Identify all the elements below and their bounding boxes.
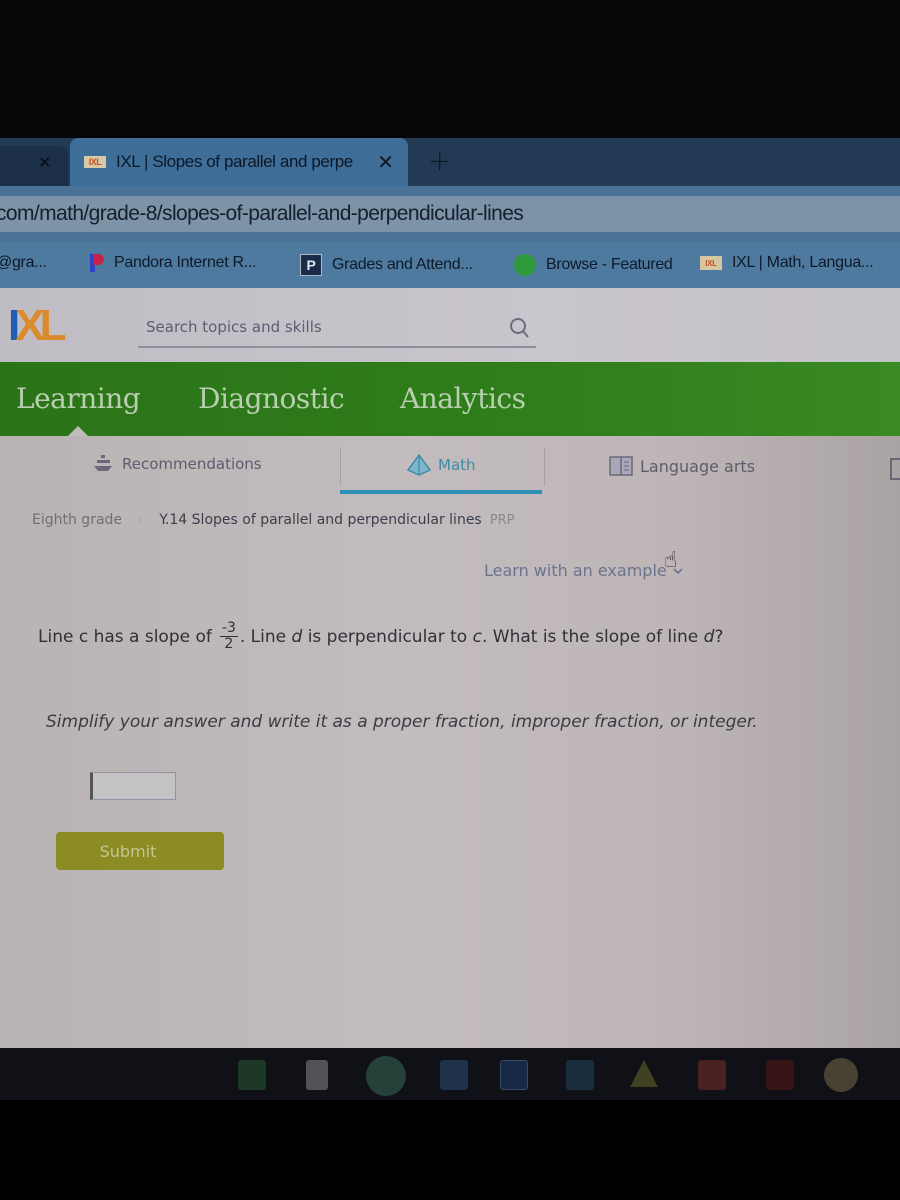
nav-analytics[interactable]: Analytics: [400, 382, 526, 415]
bookmark-gra[interactable]: @gra...: [0, 254, 47, 272]
breadcrumb-grade[interactable]: Eighth grade: [32, 512, 122, 528]
new-tab-button[interactable]: +: [428, 144, 451, 177]
sheets-icon[interactable]: [238, 1060, 266, 1090]
question-part: ?: [714, 626, 724, 647]
divider: [340, 448, 341, 486]
pandora-icon: [90, 254, 104, 272]
learn-with-example-link[interactable]: Learn with an example: [484, 561, 683, 580]
bookmark-label: Pandora Internet R...: [114, 254, 257, 271]
spotify-icon: [514, 254, 536, 276]
variable-d: d: [703, 626, 715, 647]
logo-letter-x: X: [15, 301, 44, 350]
keep-icon[interactable]: [306, 1060, 328, 1090]
ixl-logo[interactable]: IXL: [8, 301, 67, 350]
close-icon[interactable]: ✕: [377, 150, 394, 174]
logo-letter-i: I: [8, 301, 20, 350]
close-icon[interactable]: ×: [38, 152, 51, 171]
book-icon: [609, 456, 633, 476]
tab-recommendations[interactable]: Recommendations: [92, 454, 262, 474]
nav-learning[interactable]: Learning: [16, 382, 141, 415]
taskbar: [0, 1048, 900, 1100]
slides-icon[interactable]: [566, 1060, 594, 1090]
tab-label: Math: [438, 456, 476, 474]
variable-d: d: [291, 626, 303, 647]
active-tab-underline: [340, 490, 542, 494]
breadcrumb: Eighth grade › Y.14 Slopes of parallel a…: [32, 512, 514, 528]
bookmark-ixl[interactable]: IXL IXL | Math, Langua...: [700, 254, 874, 272]
fraction-denominator: 2: [224, 636, 234, 652]
tab-title: IXL | Slopes of parallel and perpe: [116, 152, 353, 171]
hand-cursor-icon: ☝: [664, 548, 678, 573]
tab-label: Recommendations: [122, 455, 262, 473]
ixl-header: IXL: [0, 288, 900, 362]
bookmark-label: Browse - Featured: [546, 256, 673, 273]
skill-code: PRP: [489, 512, 515, 528]
ixl-favicon-icon: IXL: [700, 256, 722, 270]
device-bezel-bottom: [0, 1100, 900, 1200]
browser-tab-previous[interactable]: ×: [0, 146, 68, 186]
sway-icon[interactable]: [500, 1060, 528, 1090]
bookmark-label: IXL | Math, Langua...: [732, 254, 874, 271]
instruction-text: Simplify your answer and write it as a p…: [46, 712, 758, 732]
question-part: Line c has a slope of: [38, 626, 212, 647]
address-bar: com/math/grade-8/slopes-of-parallel-and-…: [0, 186, 900, 242]
variable-c: c: [472, 626, 482, 647]
tab-language-arts[interactable]: Language arts: [608, 454, 755, 478]
gmail-icon[interactable]: [698, 1060, 726, 1090]
search-input[interactable]: [138, 318, 478, 336]
slope-fraction: -3 2: [219, 620, 238, 652]
powerschool-icon: P: [300, 254, 322, 276]
search-bar: [138, 308, 536, 348]
submit-button[interactable]: Submit: [56, 832, 224, 870]
browser-tab-strip: × IXL IXL | Slopes of parallel and perpe…: [0, 138, 900, 186]
logo-letter-l: L: [39, 301, 67, 350]
drive-icon[interactable]: [630, 1060, 658, 1087]
bookmark-label: @gra...: [0, 254, 47, 271]
active-nav-caret: [68, 426, 88, 436]
question-part: . Line: [239, 626, 292, 647]
recommendations-icon: [94, 455, 112, 471]
docs-icon[interactable]: [440, 1060, 468, 1090]
more-subjects-icon[interactable]: [890, 458, 900, 480]
question-part: . What is the slope of line: [481, 626, 704, 647]
question-part: is perpendicular to: [302, 626, 473, 647]
main-nav: Learning Diagnostic Analytics: [0, 362, 900, 436]
ixl-favicon-icon: IXL: [84, 156, 106, 168]
bookmark-pandora[interactable]: Pandora Internet R...: [90, 254, 257, 272]
ixl-page: IXL Learning Diagnostic Analytics Recomm…: [0, 288, 900, 1048]
bookmark-browse-featured[interactable]: Browse - Featured: [514, 254, 673, 276]
bookmarks-bar: @gra... Pandora Internet R... P Grades a…: [0, 242, 900, 288]
pyramid-icon: [406, 454, 432, 476]
question-text: Line c has a slope of -3 2 . Line d is p…: [38, 621, 723, 652]
browser-tab-active[interactable]: IXL IXL | Slopes of parallel and perpe ✕: [70, 138, 408, 186]
tab-math[interactable]: Math: [406, 454, 476, 476]
url-field[interactable]: com/math/grade-8/slopes-of-parallel-and-…: [0, 196, 900, 232]
chrome-icon[interactable]: [366, 1056, 406, 1096]
youtube-icon[interactable]: [766, 1060, 794, 1090]
app-icon[interactable]: [824, 1058, 858, 1092]
subject-tabs: Recommendations Math Language arts: [0, 436, 900, 498]
answer-input[interactable]: [90, 772, 176, 800]
device-bezel-top: [0, 0, 900, 138]
tab-label: Language arts: [640, 456, 756, 476]
fraction-numerator: -3: [219, 620, 238, 637]
divider: [544, 448, 545, 486]
nav-diagnostic[interactable]: Diagnostic: [198, 382, 345, 415]
url-text[interactable]: com/math/grade-8/slopes-of-parallel-and-…: [0, 202, 524, 226]
breadcrumb-skill: Y.14 Slopes of parallel and perpendicula…: [159, 512, 482, 528]
bookmark-label: Grades and Attend...: [332, 256, 473, 273]
bookmark-grades[interactable]: P Grades and Attend...: [300, 254, 473, 276]
learn-example-label: Learn with an example: [484, 561, 667, 580]
chevron-right-icon: ›: [138, 512, 144, 528]
search-icon[interactable]: [508, 316, 530, 340]
